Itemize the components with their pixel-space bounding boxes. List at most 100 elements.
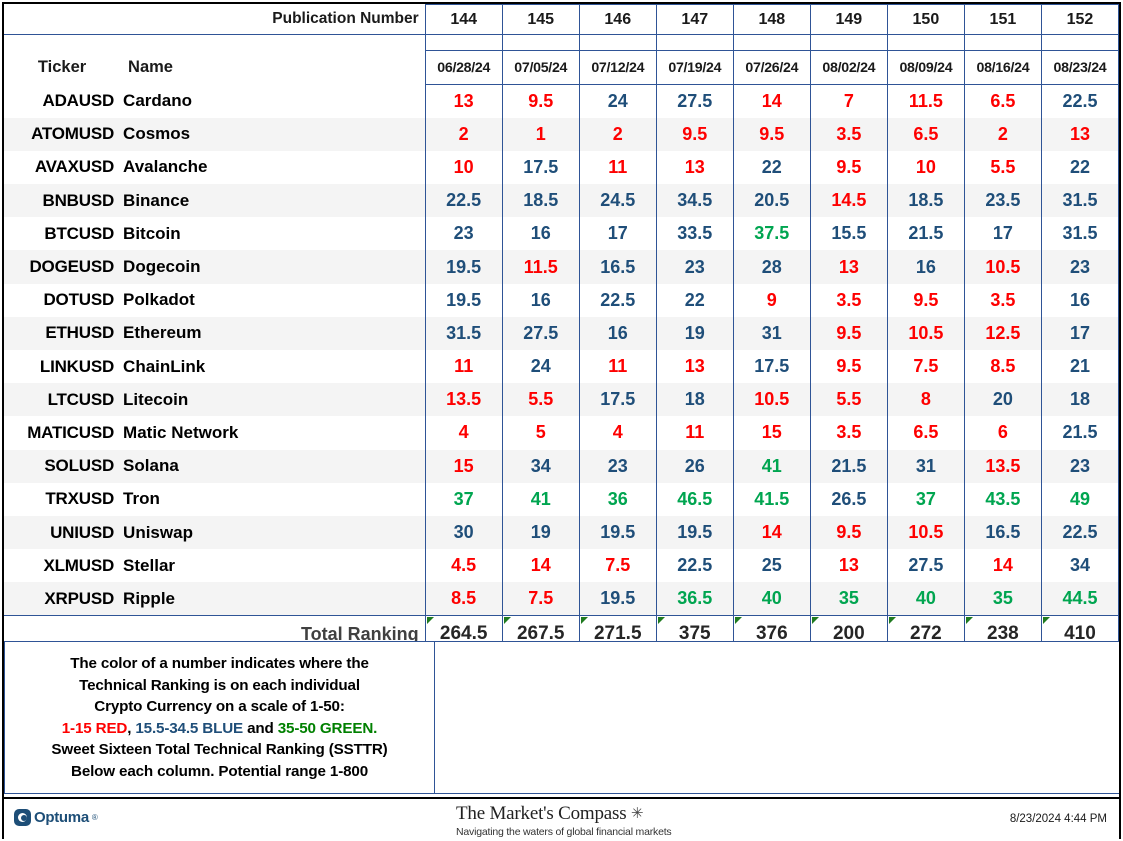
rank-cell: 6.5 [963, 84, 1042, 118]
name-cell: Litecoin [120, 383, 426, 417]
table-row: ETHUSD Ethereum 31.5 27.5 16 19 31 9.5 10.5 12.5 1… [4, 316, 1120, 350]
table-row: MATICUSD Matic Network 4 5 4 11 15 3.5 6.5 6 21.5 [4, 416, 1120, 450]
name-cell: Binance [120, 184, 426, 218]
publication-number-row: Publication Number 144 145 146 147 148 149 150 1… [4, 4, 1120, 35]
rank-cell: 22 [1040, 150, 1120, 185]
publication-number-149: 149 [809, 4, 888, 35]
rank-cell: 41.5 [732, 482, 811, 516]
ticker-cell: BNBUSD [4, 184, 121, 218]
header-spacer-cell [1040, 34, 1120, 51]
ticker-cell: XLMUSD [4, 549, 121, 583]
ticker-cell: ADAUSD [4, 84, 121, 118]
name-cell: Avalanche [120, 150, 426, 185]
legend-empty-panel [435, 641, 1119, 794]
rank-cell: 23.5 [963, 184, 1042, 218]
header-spacer-cell [655, 34, 734, 51]
legend-sep-2: and [243, 719, 278, 737]
name-cell: Ripple [120, 582, 426, 616]
rank-cell: 15 [732, 416, 811, 450]
rank-cell: 16 [886, 250, 965, 284]
rank-cell: 8.5 [424, 582, 503, 616]
legend-line-5: Sweet Sixteen Total Technical Ranking (S… [51, 741, 388, 758]
publication-number-151: 151 [963, 4, 1042, 35]
comment-marker-icon [503, 617, 511, 624]
rank-cell: 41 [501, 482, 580, 516]
ticker-cell: SOLUSD [4, 449, 121, 483]
rank-cell: 23 [1040, 449, 1120, 483]
rank-cell: 27.5 [886, 549, 965, 583]
publication-number-label: Publication Number [4, 4, 426, 35]
publication-number-145: 145 [501, 4, 580, 35]
comment-marker-icon [580, 617, 588, 624]
rank-cell: 22 [732, 150, 811, 185]
table-row: DOGEUSD Dogecoin 19.5 11.5 16.5 23 28 13 16 10.5 2… [4, 250, 1120, 284]
rank-cell: 7.5 [501, 582, 580, 616]
rank-cell: 31 [886, 449, 965, 483]
comment-marker-icon [888, 617, 896, 624]
rank-cell: 18.5 [886, 184, 965, 218]
rank-cell: 10.5 [886, 316, 965, 350]
rank-cell: 7.5 [578, 549, 657, 583]
rank-cell: 1 [501, 117, 580, 151]
name-column-header: Name [120, 50, 426, 85]
rank-cell: 25 [732, 549, 811, 583]
table-row: SOLUSD Solana 15 34 23 26 41 21.5 31 13.5 23 [4, 449, 1120, 483]
brand-block: The Market's Compass ✳ Navigating the wa… [456, 803, 756, 838]
date-column-header-0: 06/28/24 [424, 50, 503, 85]
rank-cell: 31 [732, 316, 811, 350]
rank-cell: 10 [886, 150, 965, 185]
rank-cell: 10.5 [732, 383, 811, 417]
comment-marker-icon [734, 617, 742, 624]
rank-cell: 11.5 [886, 84, 965, 118]
legend-line-1: The color of a number indicates where th… [70, 655, 369, 672]
rank-cell: 2 [424, 117, 503, 151]
date-column-header-1: 07/05/24 [501, 50, 580, 85]
rank-cell: 27.5 [501, 316, 580, 350]
rank-cell: 21.5 [809, 449, 888, 483]
rank-cell: 3.5 [809, 283, 888, 317]
rank-cell: 36.5 [655, 582, 734, 616]
rank-cell: 28 [732, 250, 811, 284]
rank-cell: 11 [578, 150, 657, 185]
rank-cell: 18 [655, 383, 734, 417]
rank-cell: 31.5 [1040, 184, 1120, 218]
rank-cell: 17.5 [501, 150, 580, 185]
rank-cell: 18.5 [501, 184, 580, 218]
comment-marker-icon [811, 617, 819, 624]
rank-cell: 46.5 [655, 482, 734, 516]
rank-cell: 24 [501, 350, 580, 384]
header-spacer-cell [809, 34, 888, 51]
publication-number-144: 144 [424, 4, 503, 35]
rank-cell: 9.5 [809, 316, 888, 350]
brand-title: The Market's Compass [456, 803, 627, 824]
ticker-cell: MATICUSD [4, 416, 121, 450]
compass-rose-icon: ✳ [630, 806, 644, 822]
rank-cell: 13 [424, 84, 503, 118]
rank-cell: 9.5 [809, 515, 888, 550]
rank-cell: 27.5 [655, 84, 734, 118]
rank-cell: 23 [424, 217, 503, 251]
rank-cell: 31.5 [1040, 217, 1120, 251]
legend-line-2: Technical Ranking is on each individual [79, 676, 360, 694]
comment-marker-icon [657, 617, 665, 624]
publication-number-148: 148 [732, 4, 811, 35]
rank-cell: 14 [732, 515, 811, 550]
rank-cell: 16.5 [963, 515, 1042, 550]
rank-cell: 49 [1040, 482, 1120, 516]
ticker-cell: UNIUSD [4, 515, 121, 550]
name-cell: Dogecoin [120, 250, 426, 284]
rank-cell: 23 [578, 449, 657, 483]
rank-cell: 17 [1040, 316, 1120, 350]
table-row: BTCUSD Bitcoin 23 16 17 33.5 37.5 15.5 21.5 17 31.… [4, 217, 1120, 251]
ranking-table-body: Publication Number 144 145 146 147 148 149 150 1… [4, 4, 1120, 653]
table-row: ADAUSD Cardano 13 9.5 24 27.5 14 7 11.5 6.5 22.5 [4, 84, 1120, 118]
rank-cell: 19.5 [578, 582, 657, 616]
rank-cell: 21.5 [1040, 416, 1120, 450]
rank-cell: 14 [732, 84, 811, 118]
rank-cell: 6.5 [886, 117, 965, 151]
table-row: DOTUSD Polkadot 19.5 16 22.5 22 9 3.5 9.5 3.5 16 [4, 283, 1120, 317]
name-cell: Cardano [120, 84, 426, 118]
date-column-header-8: 08/23/24 [1040, 50, 1120, 85]
date-column-header-4: 07/26/24 [732, 50, 811, 85]
rank-cell: 13 [655, 150, 734, 185]
